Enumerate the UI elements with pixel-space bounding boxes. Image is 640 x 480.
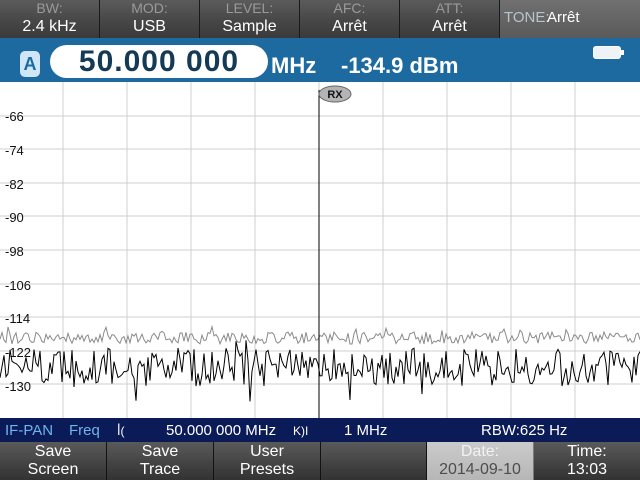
spectrum-plot[interactable]: -66 -74 -82 -90 -98 -106 -114 -122 -130 … <box>0 82 640 418</box>
y-tick-label: -98 <box>5 244 24 259</box>
max-hold-trace <box>0 324 640 346</box>
y-tick-label: -90 <box>5 210 24 225</box>
tone-tile[interactable]: TONE: Arrêt <box>500 0 640 38</box>
softkey-line2: Presets <box>239 461 295 478</box>
date-value: 2014-09-10 <box>439 461 521 478</box>
level-mode-value: Sample <box>222 18 277 35</box>
frequency-row: A 50.000 000 MHz -134.9 dBm <box>0 38 640 82</box>
date-display: Date: 2014-09-10 <box>427 442 534 480</box>
status-bar: IF-PAN Freq ꟾ( 50.000 000 MHz K)I 1 MHz … <box>0 418 640 442</box>
vfo-badge[interactable]: A <box>20 51 40 77</box>
center-frequency-icon: ꟾ( <box>117 424 125 438</box>
y-tick-label: -74 <box>5 143 24 158</box>
center-frequency[interactable]: 50.000 000 MHz <box>166 422 276 439</box>
rbw-value[interactable]: RBW:625 Hz <box>481 422 567 439</box>
y-tick-label: -106 <box>5 278 31 293</box>
bandwidth-label: BW: <box>36 0 63 16</box>
time-display: Time: 13:03 <box>534 442 640 480</box>
display-mode[interactable]: IF-PAN <box>5 422 53 439</box>
date-label: Date: <box>460 443 500 460</box>
user-presets-button[interactable]: User Presets <box>214 442 321 480</box>
level-readout: -134.9 dBm <box>341 53 459 78</box>
empty-softkey[interactable] <box>321 442 427 480</box>
tone-value: Arrêt <box>547 9 580 26</box>
afc-tile[interactable]: AFC: Arrêt <box>300 0 400 38</box>
softkey-bar: Save Screen Save Trace User Presets Date… <box>0 442 640 480</box>
parameter-bar: BW: 2.4 kHz MOD: USB LEVEL: Sample AFC: … <box>0 0 640 38</box>
softkey-line1: User <box>250 443 284 460</box>
modulation-tile[interactable]: MOD: USB <box>100 0 200 38</box>
bandwidth-value: 2.4 kHz <box>22 18 77 35</box>
y-tick-label: -66 <box>5 109 24 124</box>
spectrum-svg: -66 -74 -82 -90 -98 -106 -114 -122 -130 … <box>0 82 640 418</box>
frequency-unit: MHz <box>271 53 317 78</box>
time-label: Time: <box>567 443 607 460</box>
rx-marker-label: RX <box>327 89 343 101</box>
bandwidth-tile[interactable]: BW: 2.4 kHz <box>0 0 100 38</box>
attenuator-value: Arrêt <box>432 18 467 35</box>
softkey-line1: Save <box>34 443 72 460</box>
softkey-line2: Trace <box>139 461 181 478</box>
level-mode-label: LEVEL: <box>225 0 274 16</box>
tone-label: TONE: <box>504 9 550 26</box>
y-tick-label: -130 <box>5 379 31 394</box>
y-tick-label: -82 <box>5 177 24 192</box>
battery-icon <box>593 46 624 59</box>
freq-label: Freq <box>69 422 100 439</box>
attenuator-tile[interactable]: ATT: Arrêt <box>400 0 500 38</box>
softkey-line2: Screen <box>27 461 79 478</box>
time-value: 13:03 <box>566 461 608 478</box>
live-trace <box>0 340 640 402</box>
y-axis-ticks: -66 -74 -82 -90 -98 -106 -114 -122 -130 <box>5 109 31 394</box>
frequency-display[interactable]: 50.000 000 <box>50 45 268 78</box>
y-tick-label: -114 <box>5 311 30 326</box>
save-screen-button[interactable]: Save Screen <box>0 442 107 480</box>
span-value[interactable]: 1 MHz <box>344 422 387 439</box>
modulation-value: USB <box>133 18 166 35</box>
softkey-line1: Save <box>141 443 179 460</box>
save-trace-button[interactable]: Save Trace <box>107 442 214 480</box>
spectrum-grid <box>0 82 640 418</box>
attenuator-label: ATT: <box>435 0 464 16</box>
afc-label: AFC: <box>333 0 366 16</box>
level-mode-tile[interactable]: LEVEL: Sample <box>200 0 300 38</box>
modulation-label: MOD: <box>131 0 168 16</box>
span-icon: K)I <box>293 424 309 438</box>
afc-value: Arrêt <box>332 18 367 35</box>
